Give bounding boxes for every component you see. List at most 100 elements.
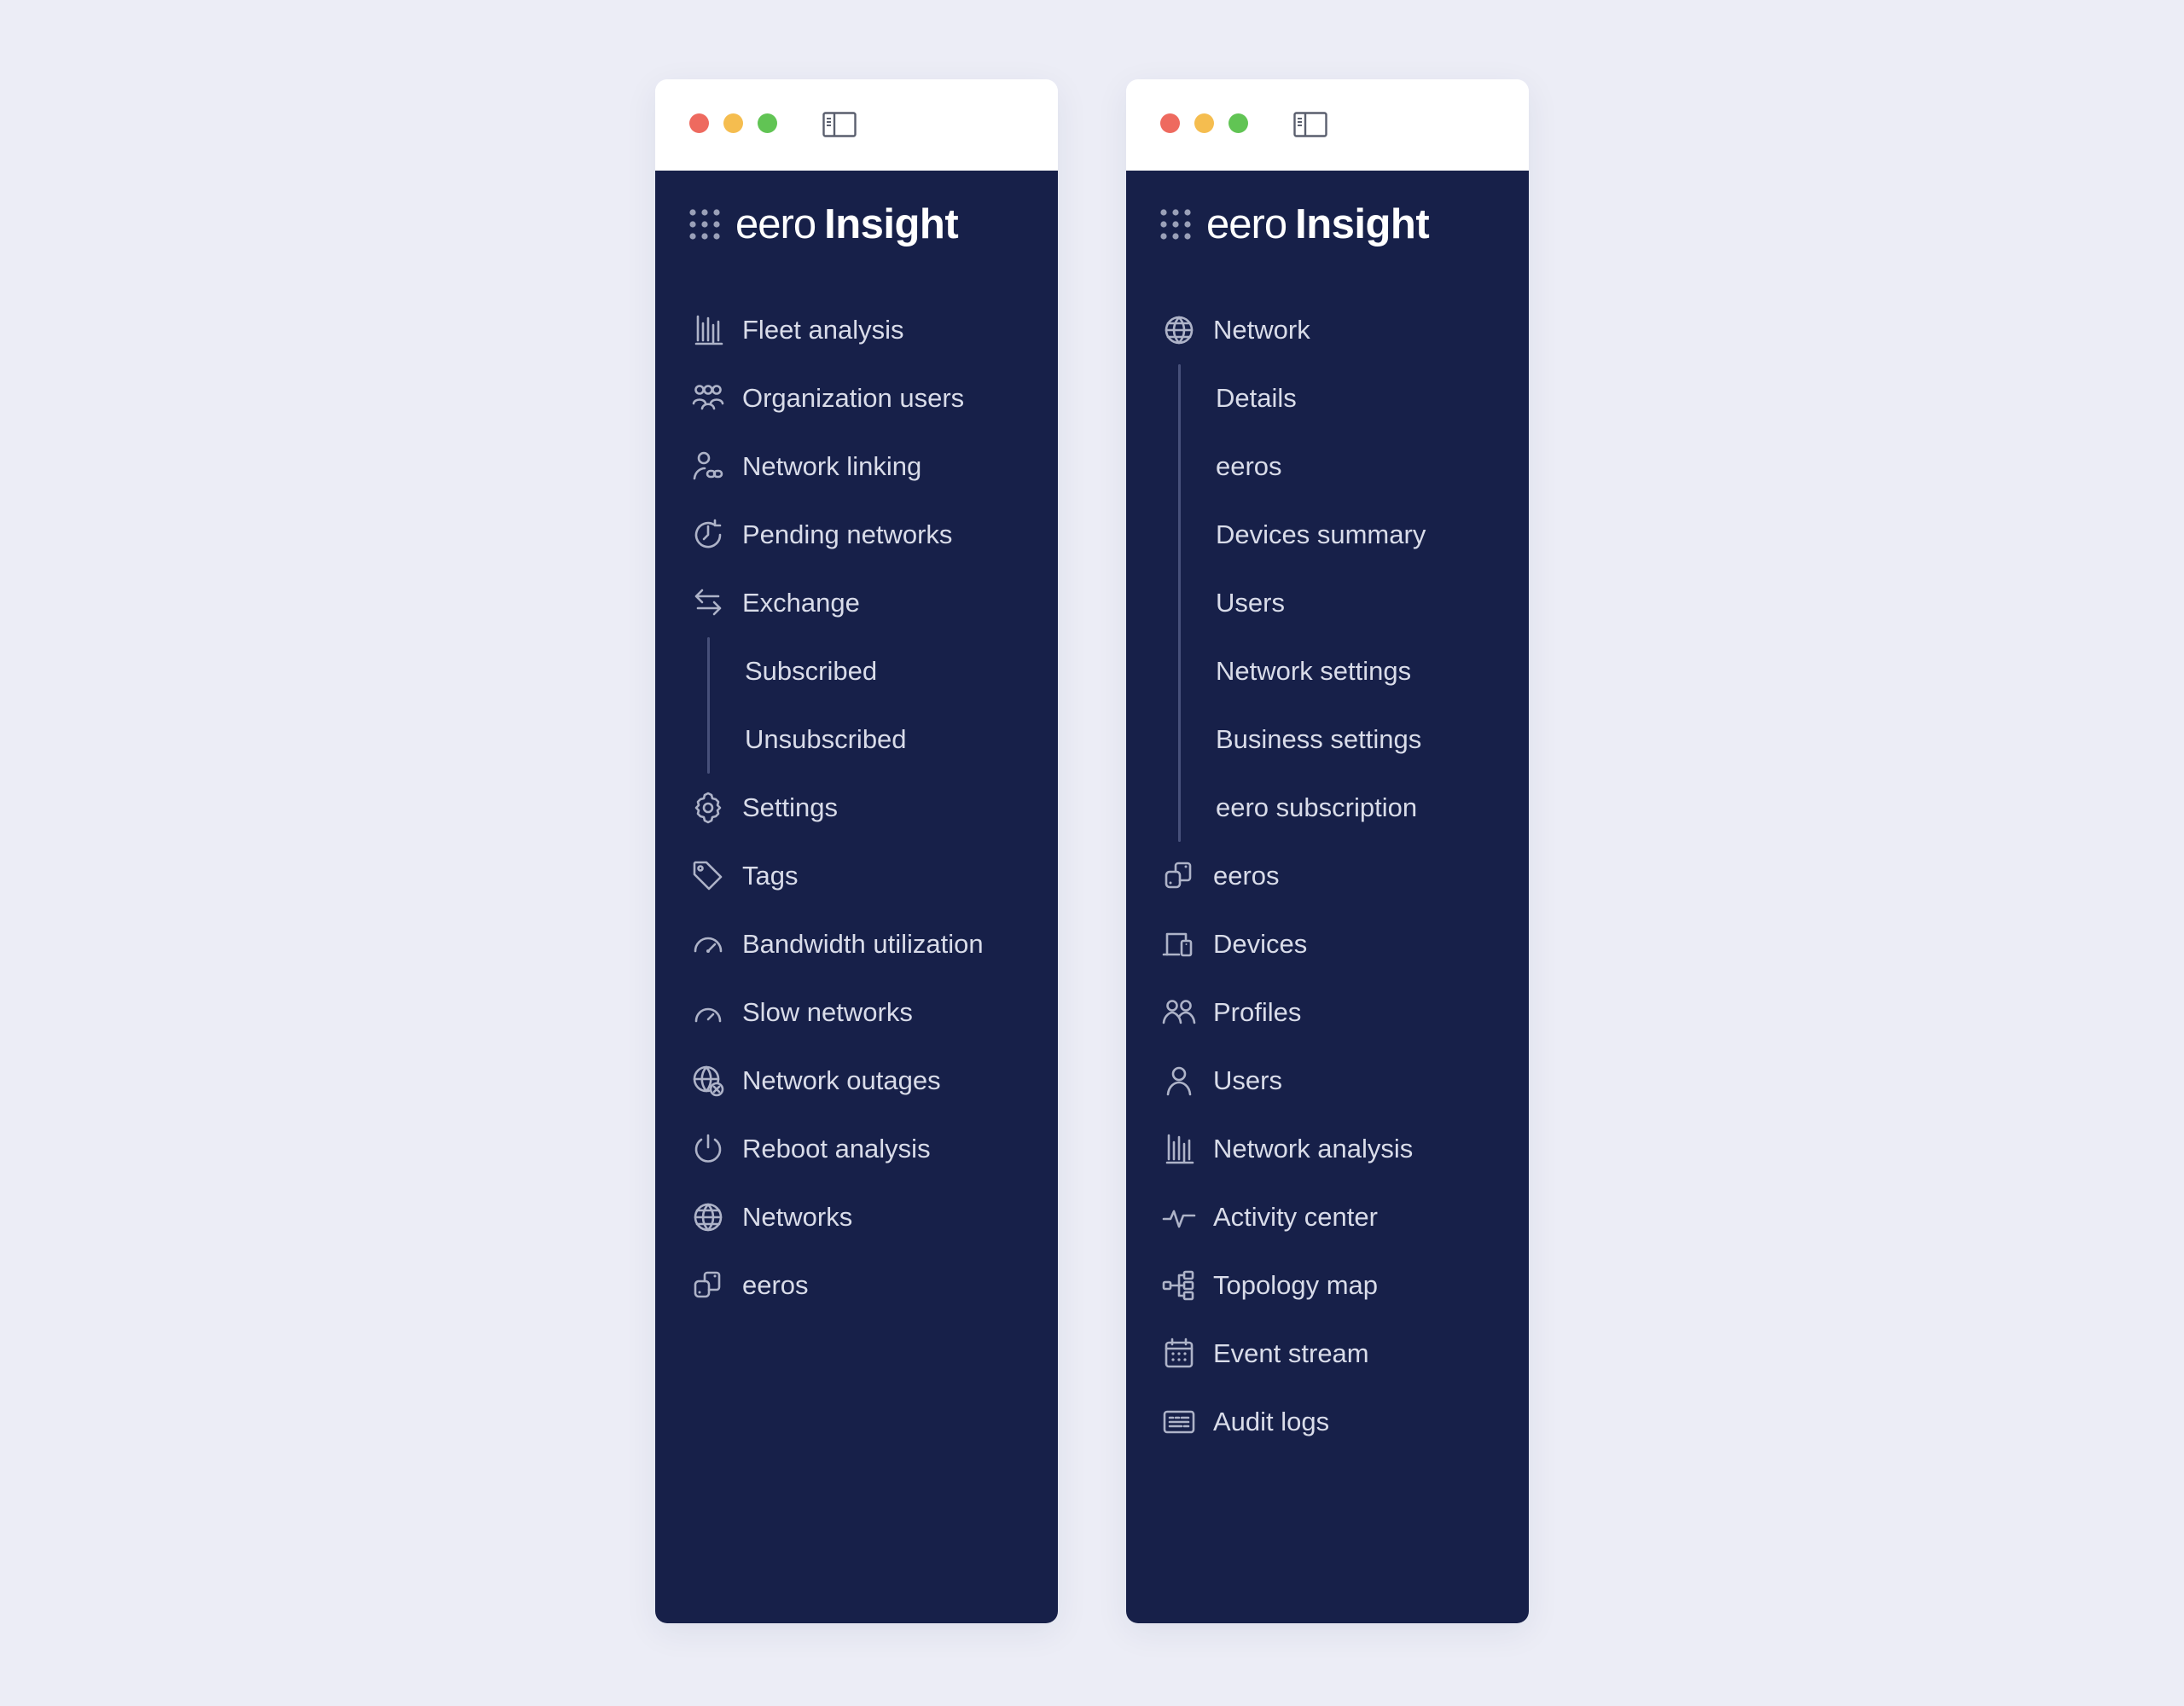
- sidebar-item-users[interactable]: Users: [1126, 1047, 1529, 1115]
- brand-logo[interactable]: eero Insight: [688, 198, 959, 251]
- window-titlebar: [1126, 79, 1529, 171]
- sidebar-item-label: Fleet analysis: [742, 315, 904, 345]
- sidebar-item-label: Bandwidth utilization: [742, 929, 984, 959]
- sidebar-item-label: Slow networks: [742, 997, 913, 1027]
- submenu-item-network-settings[interactable]: Network settings: [1126, 637, 1529, 705]
- apps-grid-icon[interactable]: [688, 207, 722, 241]
- sidebar-item-eeros[interactable]: eeros: [655, 1251, 1058, 1320]
- sidebar-item-network-analysis[interactable]: Network analysis: [1126, 1115, 1529, 1183]
- minimize-window-button[interactable]: [1194, 113, 1214, 133]
- minimize-window-button[interactable]: [723, 113, 743, 133]
- submenu-item-subscribed[interactable]: Subscribed: [655, 637, 1058, 705]
- sidebar-item-organization-users[interactable]: Organization users: [655, 364, 1058, 432]
- topology-icon: [1160, 1267, 1198, 1304]
- maximize-window-button[interactable]: [1228, 113, 1248, 133]
- sidebar-item-label: Network analysis: [1213, 1134, 1414, 1163]
- submenu-item-label: eero subscription: [1216, 792, 1418, 822]
- submenu-item-business-settings[interactable]: Business settings: [1126, 705, 1529, 774]
- gear-icon: [689, 789, 727, 827]
- sidebar-item-tags[interactable]: Tags: [655, 842, 1058, 910]
- brand-insight: Insight: [1295, 201, 1430, 247]
- sidebar-toggle-icon[interactable]: [822, 112, 857, 137]
- sidebar: eero Insight Fleet analysis Organization …: [655, 171, 1058, 1623]
- sidebar-item-label: Profiles: [1213, 997, 1302, 1027]
- sidebar-item-slow-networks[interactable]: Slow networks: [655, 978, 1058, 1047]
- profiles-icon: [1160, 994, 1198, 1031]
- sidebar-toggle-icon[interactable]: [1293, 112, 1327, 137]
- close-window-button[interactable]: [1160, 113, 1180, 133]
- submenu-item-details[interactable]: Details: [1126, 364, 1529, 432]
- submenu-item-users[interactable]: Users: [1126, 569, 1529, 637]
- globe-x-icon: [689, 1062, 727, 1100]
- gauge-icon: [689, 926, 727, 963]
- submenu-item-label: Network settings: [1216, 656, 1412, 686]
- submenu-item-label: eeros: [1216, 451, 1282, 481]
- submenu-item-label: Subscribed: [745, 656, 878, 686]
- sidebar-item-network-linking[interactable]: Network linking: [655, 432, 1058, 501]
- submenu-item-eero-subscription[interactable]: eero subscription: [1126, 774, 1529, 842]
- window-titlebar: [655, 79, 1058, 171]
- submenu-item-label: Business settings: [1216, 724, 1422, 754]
- submenu-item-eeros[interactable]: eeros: [1126, 432, 1529, 501]
- sidebar-item-devices[interactable]: Devices: [1126, 910, 1529, 978]
- user-link-icon: [689, 448, 727, 485]
- sidebar-item-reboot-analysis[interactable]: Reboot analysis: [655, 1115, 1058, 1183]
- keyboard-log-icon: [1160, 1403, 1198, 1441]
- brand-eero: eero: [1206, 201, 1287, 247]
- sidebar-item-networks[interactable]: Networks: [655, 1183, 1058, 1251]
- submenu-exchange: Subscribed Unsubscribed: [655, 637, 1058, 774]
- sidebar-item-label: Network outages: [742, 1065, 941, 1095]
- tag-icon: [689, 857, 727, 895]
- user-icon: [1160, 1062, 1198, 1100]
- sidebar-item-label: Users: [1213, 1065, 1282, 1095]
- eero-device-icon: [689, 1267, 727, 1304]
- sidebar-item-exchange[interactable]: Exchange: [655, 569, 1058, 637]
- sidebar-item-bandwidth-utilization[interactable]: Bandwidth utilization: [655, 910, 1058, 978]
- clock-pending-icon: [689, 516, 727, 554]
- sidebar-item-eeros[interactable]: eeros: [1126, 842, 1529, 910]
- sidebar-window-network: eero Insight Network Details eeros Devices …: [1126, 79, 1529, 1623]
- sidebar-item-label: Networks: [742, 1202, 853, 1232]
- sidebar-nav: Network Details eeros Devices summary Users N…: [1126, 296, 1529, 1456]
- sidebar-item-label: Audit logs: [1213, 1407, 1330, 1436]
- sidebar-item-network[interactable]: Network: [1126, 296, 1529, 364]
- apps-grid-icon[interactable]: [1159, 207, 1193, 241]
- maximize-window-button[interactable]: [758, 113, 777, 133]
- sidebar-item-settings[interactable]: Settings: [655, 774, 1058, 842]
- bar-chart-icon: [1160, 1130, 1198, 1168]
- users-group-icon: [689, 380, 727, 417]
- close-window-button[interactable]: [689, 113, 709, 133]
- sidebar-item-fleet-analysis[interactable]: Fleet analysis: [655, 296, 1058, 364]
- sidebar-item-profiles[interactable]: Profiles: [1126, 978, 1529, 1047]
- submenu-item-devices-summary[interactable]: Devices summary: [1126, 501, 1529, 569]
- eero-device-icon: [1160, 857, 1198, 895]
- sidebar-item-label: Network: [1213, 315, 1310, 345]
- brand-logo[interactable]: eero Insight: [1159, 198, 1430, 251]
- sidebar-item-activity-center[interactable]: Activity center: [1126, 1183, 1529, 1251]
- sidebar-item-label: Settings: [742, 792, 839, 822]
- submenu-item-label: Unsubscribed: [745, 724, 907, 754]
- brand-insight: Insight: [824, 201, 959, 247]
- slow-gauge-icon: [689, 994, 727, 1031]
- sidebar-item-event-stream[interactable]: Event stream: [1126, 1320, 1529, 1388]
- sidebar-window-fleet: eero Insight Fleet analysis Organization …: [655, 79, 1058, 1623]
- sidebar-item-label: Organization users: [742, 383, 965, 413]
- globe-icon: [1160, 311, 1198, 349]
- globe-icon: [689, 1198, 727, 1236]
- sidebar-item-label: Network linking: [742, 451, 922, 481]
- sidebar-item-network-outages[interactable]: Network outages: [655, 1047, 1058, 1115]
- sidebar-item-label: eeros: [742, 1270, 809, 1300]
- sidebar-item-audit-logs[interactable]: Audit logs: [1126, 1388, 1529, 1456]
- sidebar-item-label: Tags: [742, 861, 799, 891]
- sidebar-item-label: Exchange: [742, 588, 860, 618]
- devices-icon: [1160, 926, 1198, 963]
- submenu-item-unsubscribed[interactable]: Unsubscribed: [655, 705, 1058, 774]
- sidebar-item-topology-map[interactable]: Topology map: [1126, 1251, 1529, 1320]
- sidebar-item-label: Pending networks: [742, 519, 953, 549]
- bar-chart-icon: [689, 311, 727, 349]
- calendar-icon: [1160, 1335, 1198, 1372]
- sidebar-item-label: Topology map: [1213, 1270, 1379, 1300]
- submenu-rail: [1178, 364, 1181, 842]
- sidebar-item-label: Event stream: [1213, 1338, 1369, 1368]
- sidebar-item-pending-networks[interactable]: Pending networks: [655, 501, 1058, 569]
